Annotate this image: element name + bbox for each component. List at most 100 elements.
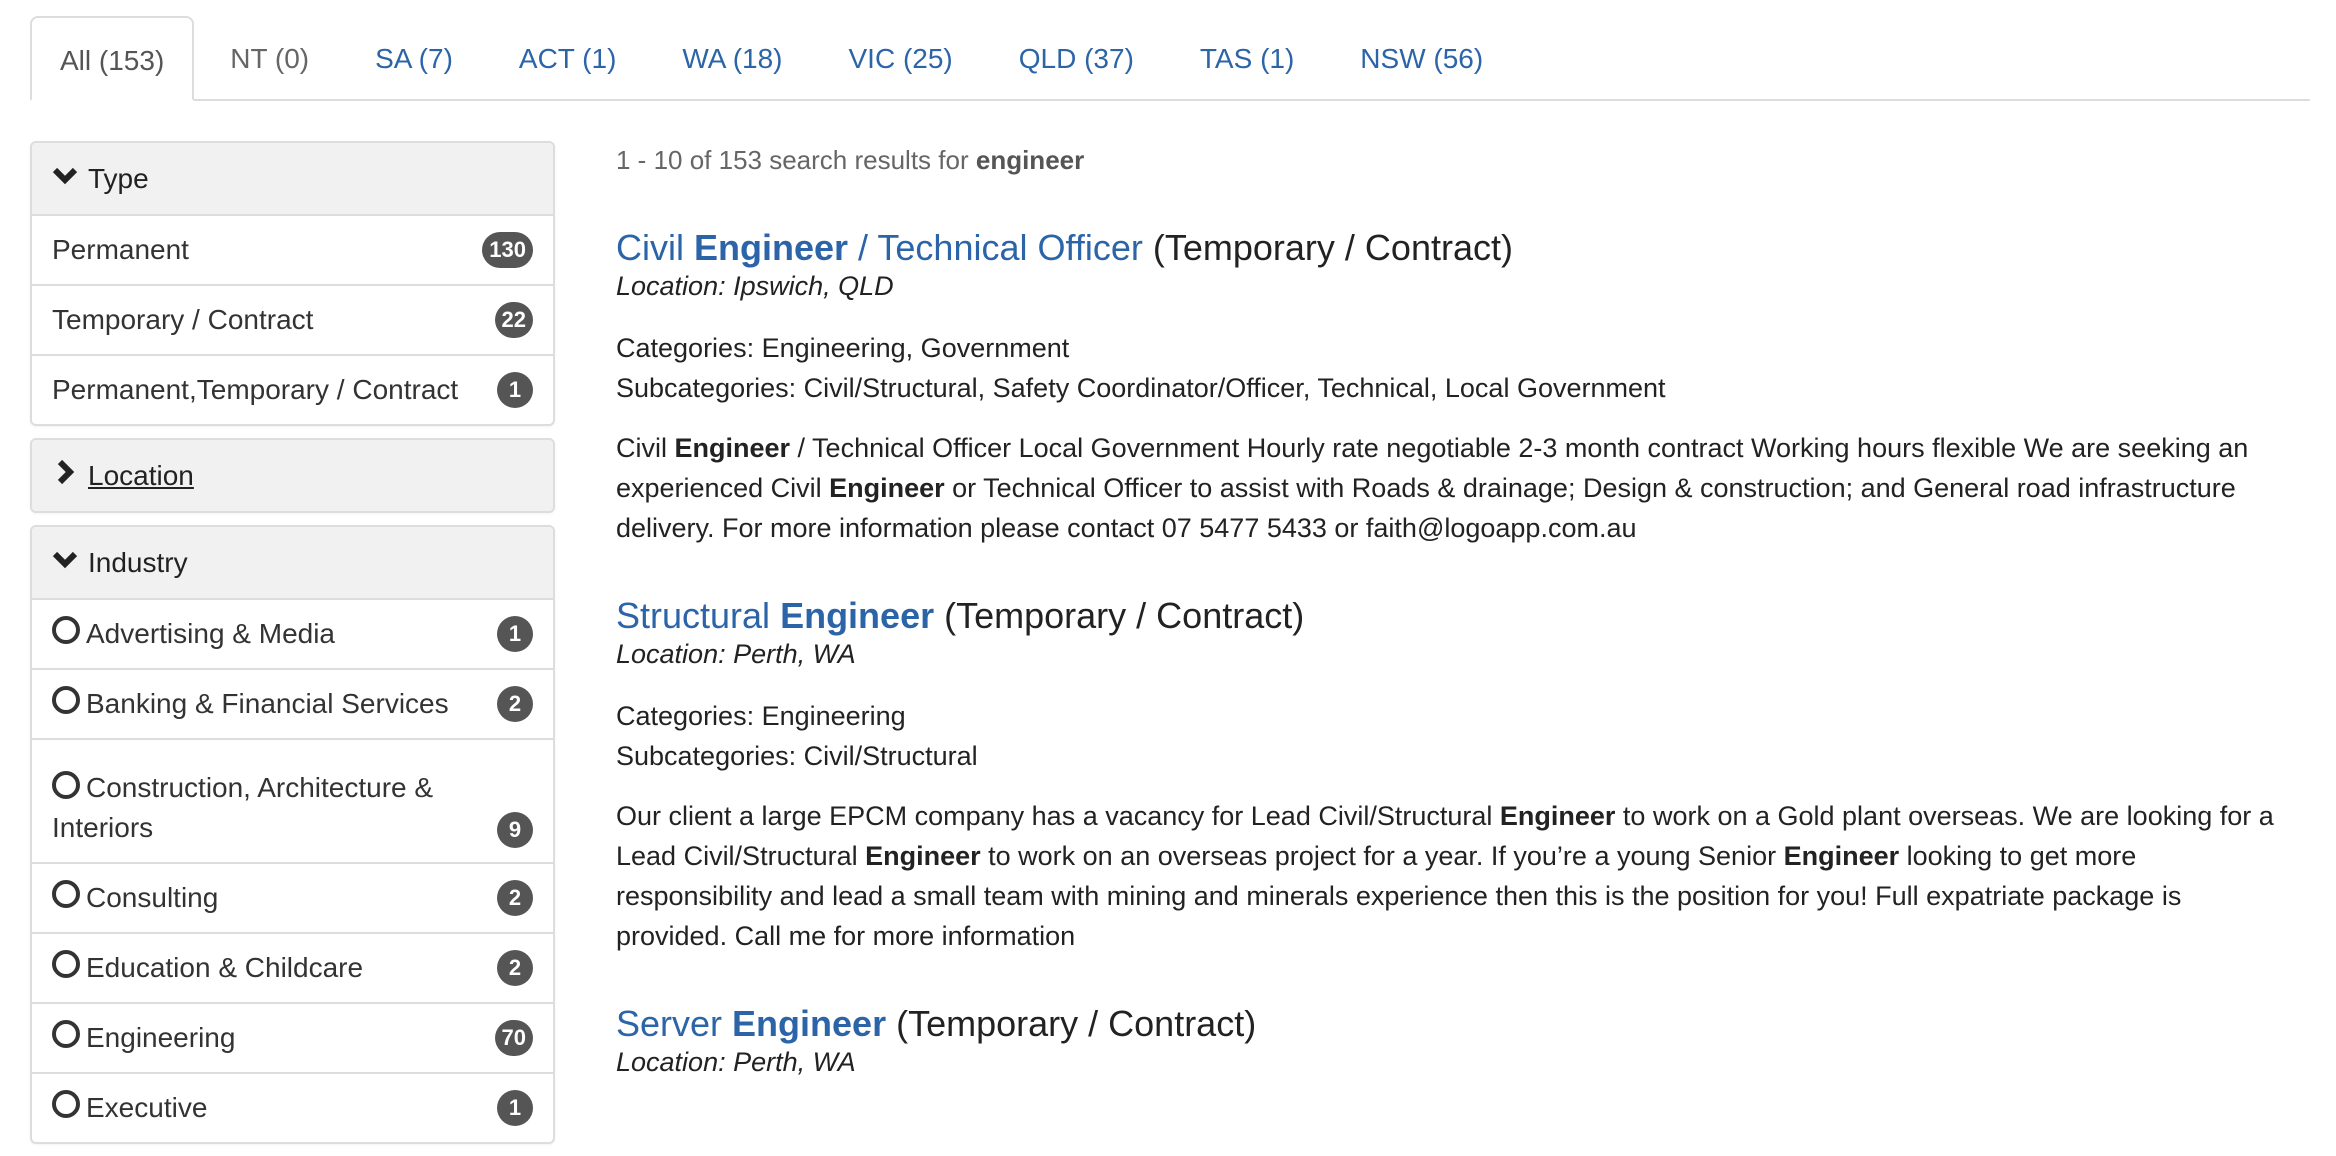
result-title-link[interactable]: Structural Engineer bbox=[616, 595, 934, 636]
search-results: 1 - 10 of 153 search results for enginee… bbox=[616, 140, 2296, 1078]
title-text[interactable]: / Technical Officer bbox=[848, 227, 1143, 268]
type-filter-item[interactable]: Permanent,Temporary / Contract 1 bbox=[32, 354, 553, 424]
count-badge: 1 bbox=[497, 1090, 533, 1126]
count-badge: 130 bbox=[482, 232, 533, 268]
result-description: Our client a large EPCM company has a va… bbox=[616, 796, 2296, 956]
tab-sa[interactable]: SA (7) bbox=[345, 16, 483, 99]
tab-vic[interactable]: VIC (25) bbox=[819, 16, 983, 99]
industry-filter-item[interactable]: Banking & Financial Services 2 bbox=[32, 668, 553, 738]
industry-filter-item[interactable]: Engineering 70 bbox=[32, 1002, 553, 1072]
industry-filter-label: Executive bbox=[86, 1092, 208, 1123]
description-text: Our client a large EPCM company has a va… bbox=[616, 801, 1500, 831]
result-categories-text: Categories: Engineering bbox=[616, 701, 906, 731]
industry-filter-label: Construction, Architecture & Interiors bbox=[52, 772, 434, 843]
radio-icon[interactable] bbox=[52, 1020, 80, 1048]
tab-tas[interactable]: TAS (1) bbox=[1170, 16, 1324, 99]
count-badge: 1 bbox=[497, 372, 533, 408]
result-categories: Categories: Engineering Subcategories: C… bbox=[616, 696, 2296, 776]
count-badge: 2 bbox=[497, 686, 533, 722]
type-filter-heading[interactable]: Type bbox=[32, 143, 553, 214]
count-badge: 70 bbox=[494, 1020, 533, 1056]
result-location: Location: Perth, WA bbox=[616, 639, 856, 669]
summary-text: 1 - 10 of 153 search results for bbox=[616, 145, 976, 175]
highlight-term: Engineer bbox=[1499, 801, 1616, 831]
search-query: engineer bbox=[975, 145, 1085, 175]
description-text: to work on an overseas project for a yea… bbox=[980, 841, 1784, 871]
title-text[interactable]: Server bbox=[616, 1003, 732, 1044]
filter-sidebar: Type Permanent 130 Temporary / Contract … bbox=[30, 141, 555, 1156]
count-badge: 22 bbox=[494, 302, 533, 338]
industry-filter-heading[interactable]: Industry bbox=[32, 527, 553, 598]
highlight-term[interactable]: Engineer bbox=[732, 1003, 886, 1044]
radio-icon[interactable] bbox=[52, 1090, 80, 1118]
highlight-term: Engineer bbox=[865, 841, 981, 871]
result-categories-text: Categories: Engineering, Government bbox=[616, 333, 1070, 363]
highlight-term: Engineer bbox=[829, 473, 945, 503]
result-title: Server Engineer (Temporary / Contract) bbox=[616, 1002, 2296, 1046]
title-text[interactable]: Civil bbox=[616, 227, 694, 268]
type-filter-label: Temporary / Contract bbox=[52, 304, 314, 335]
tab-wa[interactable]: WA (18) bbox=[652, 16, 812, 99]
industry-filter-label: Education & Childcare bbox=[86, 952, 364, 983]
industry-filter-item[interactable]: Consulting 2 bbox=[32, 862, 553, 932]
industry-filter-panel: Industry Advertising & Media 1 Banking &… bbox=[30, 525, 555, 1144]
tab-act[interactable]: ACT (1) bbox=[489, 16, 647, 99]
count-badge: 2 bbox=[497, 950, 533, 986]
industry-filter-title: Industry bbox=[88, 546, 188, 578]
result-description: Civil Engineer / Technical Officer Local… bbox=[616, 428, 2296, 548]
title-text[interactable]: Structural bbox=[616, 595, 780, 636]
result-title: Civil Engineer / Technical Officer (Temp… bbox=[616, 226, 2296, 270]
industry-filter-label: Consulting bbox=[86, 882, 219, 913]
highlight-term: Engineer bbox=[1783, 841, 1900, 871]
description-text: Civil bbox=[616, 433, 675, 463]
result-item: Civil Engineer / Technical Officer (Temp… bbox=[616, 226, 2296, 548]
industry-filter-item[interactable]: Construction, Architecture & Interiors 9 bbox=[32, 738, 553, 862]
chevron-down-icon bbox=[52, 167, 78, 184]
type-filter-title: Type bbox=[88, 162, 149, 194]
location-filter-panel: Location bbox=[30, 438, 555, 513]
industry-filter-label: Banking & Financial Services bbox=[86, 688, 449, 719]
state-tabs: All (153) NT (0) SA (7) ACT (1) WA (18) … bbox=[30, 16, 2310, 101]
type-filter-label: Permanent,Temporary / Contract bbox=[52, 374, 459, 405]
radio-icon[interactable] bbox=[52, 616, 80, 644]
count-badge: 1 bbox=[497, 616, 533, 652]
result-location: Location: Ipswich, QLD bbox=[616, 271, 894, 301]
radio-icon[interactable] bbox=[52, 686, 80, 714]
result-title: Structural Engineer (Temporary / Contrac… bbox=[616, 594, 2296, 638]
radio-icon[interactable] bbox=[52, 880, 80, 908]
result-job-type: (Temporary / Contract) bbox=[944, 595, 1305, 636]
highlight-term[interactable]: Engineer bbox=[780, 595, 934, 636]
location-filter-heading[interactable]: Location bbox=[32, 440, 553, 511]
type-filter-panel: Type Permanent 130 Temporary / Contract … bbox=[30, 141, 555, 426]
result-title-link[interactable]: Civil Engineer / Technical Officer bbox=[616, 227, 1143, 268]
tab-nt[interactable]: NT (0) bbox=[200, 16, 339, 99]
result-subcategories-text: Subcategories: Civil/Structural bbox=[616, 741, 978, 771]
radio-icon[interactable] bbox=[52, 950, 80, 978]
location-filter-title[interactable]: Location bbox=[88, 460, 194, 492]
count-badge: 2 bbox=[497, 880, 533, 916]
industry-filter-item[interactable]: Executive 1 bbox=[32, 1072, 553, 1142]
result-location: Location: Perth, WA bbox=[616, 1047, 856, 1077]
count-badge: 9 bbox=[497, 812, 533, 848]
result-title-link[interactable]: Server Engineer bbox=[616, 1003, 886, 1044]
type-filter-item[interactable]: Permanent 130 bbox=[32, 214, 553, 284]
result-job-type: (Temporary / Contract) bbox=[1152, 227, 1513, 268]
result-subcategories-text: Subcategories: Civil/Structural, Safety … bbox=[616, 373, 1666, 403]
type-filter-item[interactable]: Temporary / Contract 22 bbox=[32, 284, 553, 354]
industry-filter-item[interactable]: Advertising & Media 1 bbox=[32, 598, 553, 668]
industry-filter-label: Engineering bbox=[86, 1022, 236, 1053]
industry-filter-label: Advertising & Media bbox=[86, 618, 336, 649]
result-item: Server Engineer (Temporary / Contract) L… bbox=[616, 1002, 2296, 1078]
result-job-type: (Temporary / Contract) bbox=[896, 1003, 1257, 1044]
tab-nsw[interactable]: NSW (56) bbox=[1330, 16, 1513, 99]
tab-all[interactable]: All (153) bbox=[30, 16, 195, 101]
highlight-term[interactable]: Engineer bbox=[694, 227, 848, 268]
tab-qld[interactable]: QLD (37) bbox=[989, 16, 1164, 99]
industry-filter-item[interactable]: Education & Childcare 2 bbox=[32, 932, 553, 1002]
results-summary: 1 - 10 of 153 search results for enginee… bbox=[616, 140, 2296, 180]
result-categories: Categories: Engineering, Government Subc… bbox=[616, 328, 2296, 408]
result-item: Structural Engineer (Temporary / Contrac… bbox=[616, 594, 2296, 956]
chevron-right-icon bbox=[57, 459, 75, 484]
radio-icon[interactable] bbox=[52, 771, 80, 799]
type-filter-label: Permanent bbox=[52, 234, 189, 265]
